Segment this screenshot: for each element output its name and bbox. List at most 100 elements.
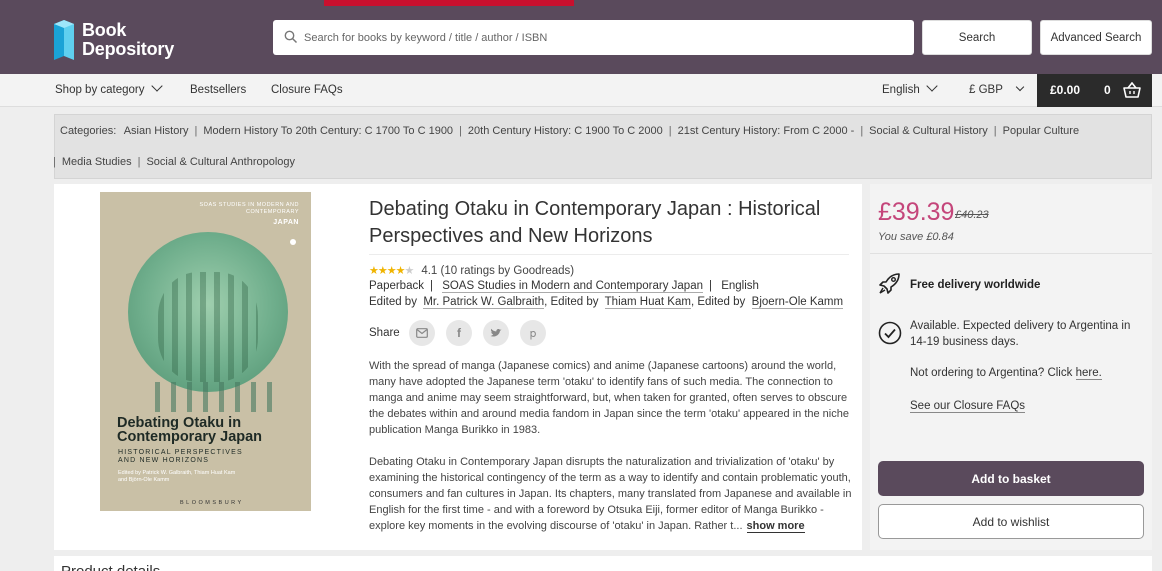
rocket-icon [879,273,900,294]
cover-editors: Edited by Patrick W. Galbraith, Thiam Hu… [118,470,268,484]
categories-bar: Categories: Asian History | Modern History… [53,114,1152,179]
category-link[interactable]: 20th Century History: C 1900 To C 2000 [468,125,663,137]
editor-link[interactable]: Mr. Patrick W. Galbraith [423,296,545,309]
category-link[interactable]: Social & Cultural History [869,125,988,137]
pinterest-icon: 𝗉 [529,327,537,340]
language-dropdown[interactable]: English [882,74,938,107]
product-details-heading: Product details [61,563,160,571]
rating-row: ★★★★★ 4.1 (10 ratings by Goodreads) [369,264,574,277]
email-share-button[interactable] [409,320,435,346]
cover-series-country: JAPAN [273,219,299,226]
cover-editors-line1: Edited by Patrick W. Galbraith, Thiam Hu… [118,470,236,476]
categories-line: | Media Studies | Social & Cultural Anthrop… [53,156,295,168]
shop-by-category-label: Shop by category [55,84,145,96]
format: Paperback [369,280,424,292]
shop-by-category-dropdown[interactable]: Shop by category [55,74,163,107]
price: £39.39 [878,198,955,226]
currency-dropdown[interactable]: £ GBP [969,74,1025,107]
separator: | [194,125,198,137]
main-nav: Shop by category Bestsellers Closure FAQ… [0,74,1162,107]
category-link[interactable]: Media Studies [62,156,132,168]
basket-count: 0 [1104,83,1111,97]
twitter-share-button[interactable] [483,320,509,346]
search-box [273,20,914,55]
cover-editors-line2: and Björn-Ole Kamm [118,477,170,483]
nav-closure-faqs[interactable]: Closure FAQs [271,74,343,107]
you-save: You save £0.84 [878,231,954,243]
twitter-icon [490,328,502,337]
logo-line2: Depository [82,39,175,59]
edited-by-label: Edited by [369,296,417,308]
book-cover-image[interactable]: SOAS STUDIES IN MODERN AND CONTEMPORARY … [100,192,311,511]
cover-title-line1: Debating Otaku in [117,415,242,431]
add-to-basket-button[interactable]: Add to basket [878,461,1144,496]
basket-summary[interactable]: £0.00 0 [1037,74,1152,107]
separator: | [709,280,712,292]
not-ordering-label: Not ordering to Argentina? Click [910,367,1073,379]
cover-subtitle-line2: AND NEW HORIZONS [118,457,210,464]
header-accent-bar [324,0,574,6]
separator: | [993,125,997,137]
language-label: English [882,84,920,96]
edited-by-label: , Edited by [544,296,599,308]
cover-subtitle-line1: HISTORICAL PERSPECTIVES [118,449,243,456]
product-editors: Edited by Mr. Patrick W. Galbraith, Edit… [369,296,844,309]
cover-title-line2: Contemporary Japan [117,429,263,445]
separator: | [459,125,462,137]
language: English [721,280,759,292]
editor-link[interactable]: Thiam Huat Kam [604,296,691,309]
categories-label: Categories: [60,125,117,137]
category-link[interactable]: Asian History [124,125,189,137]
chevron-down-icon [150,80,163,92]
currency-label: £ GBP [969,84,1003,96]
search-button[interactable]: Search [922,20,1032,55]
closure-faqs-link[interactable]: See our Closure FAQs [910,400,1026,413]
categories-line: Categories: Asian History | Modern History… [60,125,1079,137]
category-link[interactable]: Social & Cultural Anthropology [146,156,295,168]
logo-line1: Book [82,20,127,40]
cover-series: SOAS STUDIES IN MODERN AND CONTEMPORARY … [189,202,299,226]
book-depository-logo[interactable]: Book Depository [52,20,182,62]
pinterest-share-button[interactable]: 𝗉 [520,320,546,346]
basket-total: £0.00 [1050,83,1081,97]
product-main-panel: SOAS STUDIES IN MODERN AND CONTEMPORARY … [54,184,862,550]
cover-dot [290,239,296,245]
old-price: £40.23 [955,209,989,221]
availability-text: Available. Expected delivery to Argentin… [910,320,1131,348]
here-link[interactable]: here. [1075,367,1102,380]
category-link[interactable]: Popular Culture [1003,125,1079,137]
separator: | [53,156,56,168]
facebook-share-button[interactable]: f [446,320,472,346]
cover-photo-circle [128,232,288,392]
chevron-down-icon [926,80,938,92]
free-delivery-text: Free delivery worldwide [910,279,1041,291]
cover-subtitle: HISTORICAL PERSPECTIVES AND NEW HORIZONS [118,449,243,465]
product-details-section: Product details [54,556,1152,571]
show-more-link[interactable]: show more [746,520,805,533]
rating-text: 4.1 (10 ratings by Goodreads) [421,265,575,277]
email-icon [416,328,428,338]
divider [870,253,1152,254]
search-icon [284,30,298,44]
separator: | [860,125,864,137]
search-input[interactable] [304,20,904,55]
category-link[interactable]: 21st Century History: From C 2000 - [678,125,855,137]
category-link[interactable]: Modern History To 20th Century: C 1700 T… [203,125,453,137]
not-ordering-text: Not ordering to Argentina? Click here. [910,367,1102,380]
share-label: Share [369,327,400,339]
basket-icon [1123,82,1141,98]
purchase-sidebar: £39.39 £40.23 You save £0.84 Free delive… [870,184,1152,550]
advanced-search-button[interactable]: Advanced Search [1040,20,1152,55]
chevron-down-icon [1015,82,1025,92]
series-link[interactable]: SOAS Studies in Modern and Contemporary … [442,280,703,293]
nav-bestsellers[interactable]: Bestsellers [190,74,246,107]
site-header: Book Depository Search Advanced Search [0,0,1162,74]
product-title: Debating Otaku in Contemporary Japan : H… [369,196,849,255]
rating-stars-icon: ★★★★★ [369,265,414,277]
separator: | [137,156,141,168]
editor-link[interactable]: Bjoern-Ole Kamm [751,296,844,309]
separator: | [668,125,672,137]
add-to-wishlist-button[interactable]: Add to wishlist [878,504,1144,539]
edited-by-label: , Edited by [690,296,746,308]
cover-series-text: SOAS STUDIES IN MODERN AND CONTEMPORARY [199,202,299,215]
